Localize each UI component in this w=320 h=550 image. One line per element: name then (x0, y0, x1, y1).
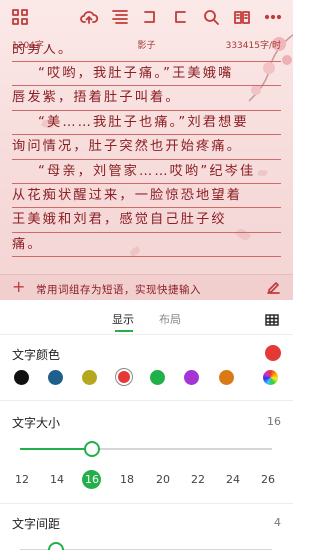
text-line: “母亲，刘管家……哎哟”纪岑佳 (12, 160, 281, 184)
font-size-tick-selected[interactable]: 16 (80, 473, 104, 487)
font-size-title: 文字大小 (12, 416, 61, 430)
font-size-tick[interactable]: 20 (151, 473, 175, 487)
quick-phrase-hint[interactable]: 常用词组存为短语，实现快捷输入 (36, 282, 201, 297)
text-line: 王美娥和刘君，感觉自己肚子绞 (12, 208, 281, 233)
settings-tabs: 显示 布局 (0, 300, 293, 334)
text-line: “哎哟，我肚子痛。”王美娥嘴 (12, 62, 281, 87)
quick-phrase-bar[interactable]: + 常用词组存为短语，实现快捷输入 (0, 274, 293, 300)
color-swatch-olive[interactable] (82, 370, 97, 385)
color-swatch-green[interactable] (150, 370, 165, 385)
text-line: 唇发紫，捂着肚子叫着。 (12, 86, 281, 111)
text-line: 的男人。 (12, 44, 281, 62)
redo-icon[interactable] (170, 7, 190, 27)
font-size-slider-fill (20, 448, 92, 450)
letter-spacing-title: 文字间距 (12, 517, 61, 531)
text-line: 从花痴状醒过来，一脸惊恐地望着 (12, 184, 281, 209)
text-line: 询问情况，肚子突然也开始疼痛。 (12, 135, 281, 160)
color-swatch-orange[interactable] (219, 370, 234, 385)
color-swatch-blue[interactable] (48, 370, 63, 385)
color-swatch-purple[interactable] (184, 370, 199, 385)
font-size-tick[interactable]: 24 (221, 473, 245, 487)
grid-icon[interactable] (10, 7, 30, 27)
book-icon[interactable] (232, 7, 252, 27)
current-color-indicator[interactable] (265, 345, 281, 361)
editor-area[interactable]: 1204字 影子 333415字/时 的男人。 “哎哟，我肚子痛。”王美娥嘴 唇… (0, 0, 293, 300)
color-swatch-black[interactable] (14, 370, 29, 385)
divider (0, 334, 293, 335)
color-swatch-red-selected[interactable] (115, 368, 133, 386)
font-size-value: 16 (267, 415, 281, 428)
keyboard-icon[interactable] (265, 311, 279, 326)
search-icon[interactable] (201, 7, 221, 27)
more-icon[interactable] (263, 7, 283, 27)
color-picker-rainbow[interactable] (263, 370, 278, 385)
letter-spacing-value: 4 (274, 516, 281, 529)
editor-toolbar (0, 0, 293, 34)
font-size-tick[interactable]: 12 (10, 473, 34, 487)
divider (0, 400, 293, 401)
undo-icon[interactable] (140, 7, 160, 27)
letter-spacing-slider-thumb[interactable] (48, 542, 64, 550)
divider (0, 503, 293, 504)
edit-icon[interactable] (266, 280, 281, 295)
cloud-upload-icon[interactable] (79, 7, 99, 27)
active-tab-indicator (115, 330, 133, 332)
font-size-tick[interactable]: 14 (45, 473, 69, 487)
text-line: “美……我肚子也痛。”刘君想要 (12, 111, 281, 136)
format-icon[interactable] (110, 7, 130, 27)
plus-icon[interactable]: + (12, 279, 25, 295)
editor-text[interactable]: 的男人。 “哎哟，我肚子痛。”王美娥嘴 唇发紫，捂着肚子叫着。 “美……我肚子也… (12, 44, 281, 270)
tab-display[interactable]: 显示 (112, 311, 134, 327)
text-line: 痛。 (12, 233, 281, 258)
font-size-tick[interactable]: 22 (186, 473, 210, 487)
font-size-tick[interactable]: 26 (256, 473, 280, 487)
text-color-title: 文字颜色 (12, 348, 61, 362)
font-size-slider-thumb[interactable] (84, 441, 100, 457)
tab-layout[interactable]: 布局 (159, 311, 181, 327)
font-size-tick[interactable]: 18 (115, 473, 139, 487)
